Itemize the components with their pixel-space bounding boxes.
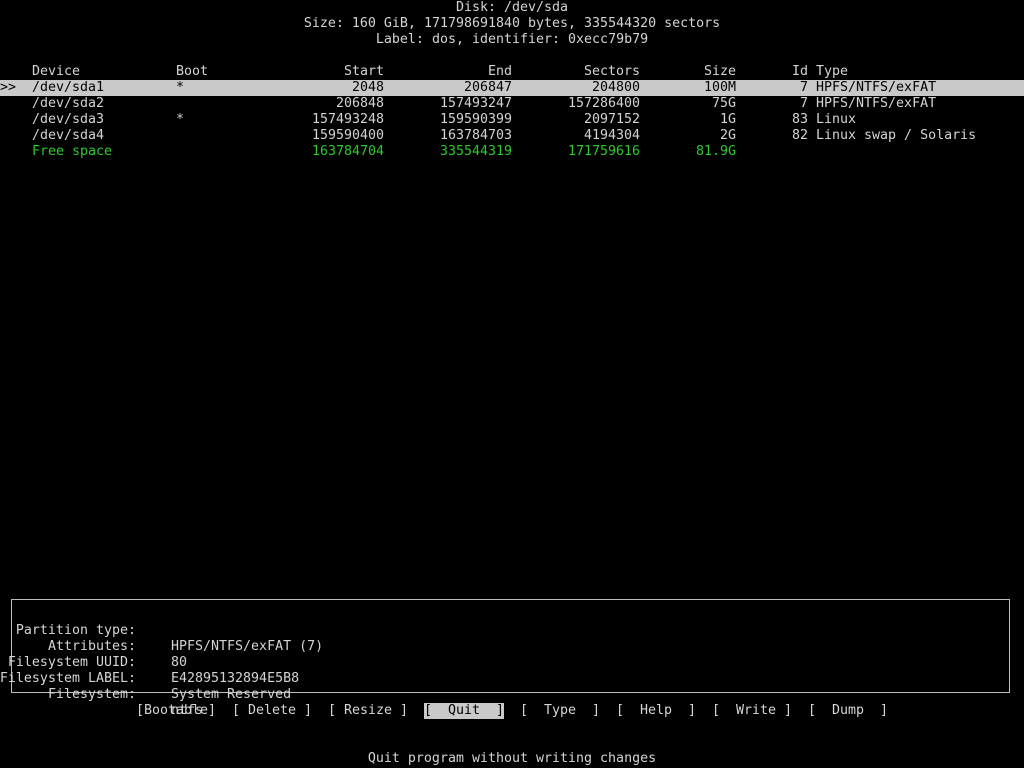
info-filesystem: Filesystem: ntfs [12,671,1009,718]
info-partition-type: Partition type: HPFS/NTFS/exFAT (7) [12,607,1009,654]
column-header-boot: Boot [176,64,209,79]
column-header-end: End [487,64,512,79]
cell-size: 75G [711,96,736,111]
cell-start: 157493248 [311,112,384,127]
cell-device: /dev/sda1 [32,80,105,95]
help-button[interactable]: [ Help ] [616,703,696,719]
cell-device: /dev/sda4 [32,128,105,143]
cell-size: 81.9G [695,144,736,159]
cell-end: 335544319 [439,144,512,159]
write-button[interactable]: [ Write ] [712,703,792,719]
column-header-start: Start [343,64,384,79]
cell-type: Linux [816,112,857,127]
info-filesystem-uuid: Filesystem UUID: E42895132894E5B8 [8,639,1009,686]
cell-sectors: 171759616 [567,144,640,159]
cell-type: HPFS/NTFS/exFAT [816,80,937,95]
disk-label-info: Label: dos, identifier: 0xecc79b79 [375,32,649,47]
cell-sectors: 2097152 [583,112,640,127]
cell-boot: * [176,80,185,95]
cell-device: /dev/sda2 [32,96,105,111]
cell-device: /dev/sda3 [32,112,105,127]
type-button[interactable]: [ Type ] [520,703,600,719]
cell-end: 157493247 [439,96,512,111]
dump-button[interactable]: [ Dump ] [808,703,888,719]
cell-end: 163784703 [439,128,512,143]
partition-row-sda2[interactable]: /dev/sda2 206848 157493247 157286400 75G… [0,96,1024,112]
partition-row-sda1[interactable]: >> /dev/sda1 * 2048 206847 204800 100M 7… [0,80,1024,96]
info-value: System Reserved [171,687,292,702]
column-header-id: Id [791,64,808,79]
cell-type: HPFS/NTFS/exFAT [816,96,937,111]
cell-boot: * [176,112,185,127]
cell-id: 82 [791,128,808,143]
cell-end: 159590399 [439,112,512,127]
cell-id: 7 [799,80,808,95]
free-space-row[interactable]: Free space 163784704 335544319 171759616… [0,144,1024,160]
cell-end: 206847 [463,80,512,95]
cell-size: 1G [719,112,736,127]
delete-button[interactable]: [ Delete ] [232,703,312,719]
cell-id: 83 [791,112,808,127]
column-header-size: Size [703,64,736,79]
cell-start: 159590400 [311,128,384,143]
cell-start: 2048 [351,80,384,95]
quit-button[interactable]: [ Quit ] [424,703,505,719]
column-header-sectors: Sectors [583,64,640,79]
cell-size: 100M [703,80,736,95]
selection-cursor: >> [0,80,17,95]
info-key: Filesystem: [47,687,136,702]
cell-sectors: 204800 [591,80,640,95]
status-hint: Quit program without writing changes [367,751,657,766]
cell-start: 206848 [335,96,384,111]
bootable-button[interactable]: [Bootable] [136,703,216,719]
cell-sectors: 157286400 [567,96,640,111]
cell-start: 163784704 [311,144,384,159]
info-filesystem-label: Filesystem LABEL: System Reserved [0,655,1009,702]
cell-device: Free space [32,144,113,159]
column-header-type: Type [816,64,849,79]
cell-id: 7 [799,96,808,111]
table-header: Device Boot Start End Sectors Size Id Ty… [0,64,1024,80]
cell-size: 2G [719,128,736,143]
disk-title: Disk: /dev/sda [455,0,569,15]
resize-button[interactable]: [ Resize ] [328,703,408,719]
partition-row-sda4[interactable]: /dev/sda4 159590400 163784703 4194304 2G… [0,128,1024,144]
cell-sectors: 4194304 [583,128,640,143]
column-header-device: Device [32,64,81,79]
info-attributes: Attributes: 80 [12,623,1009,670]
partition-row-sda3[interactable]: /dev/sda3 * 157493248 159590399 2097152 … [0,112,1024,128]
disk-size-info: Size: 160 GiB, 171798691840 bytes, 33554… [303,16,721,31]
cell-type: Linux swap / Solaris [816,128,977,143]
partition-info-box: Partition type: HPFS/NTFS/exFAT (7) Attr… [0,599,1010,718]
